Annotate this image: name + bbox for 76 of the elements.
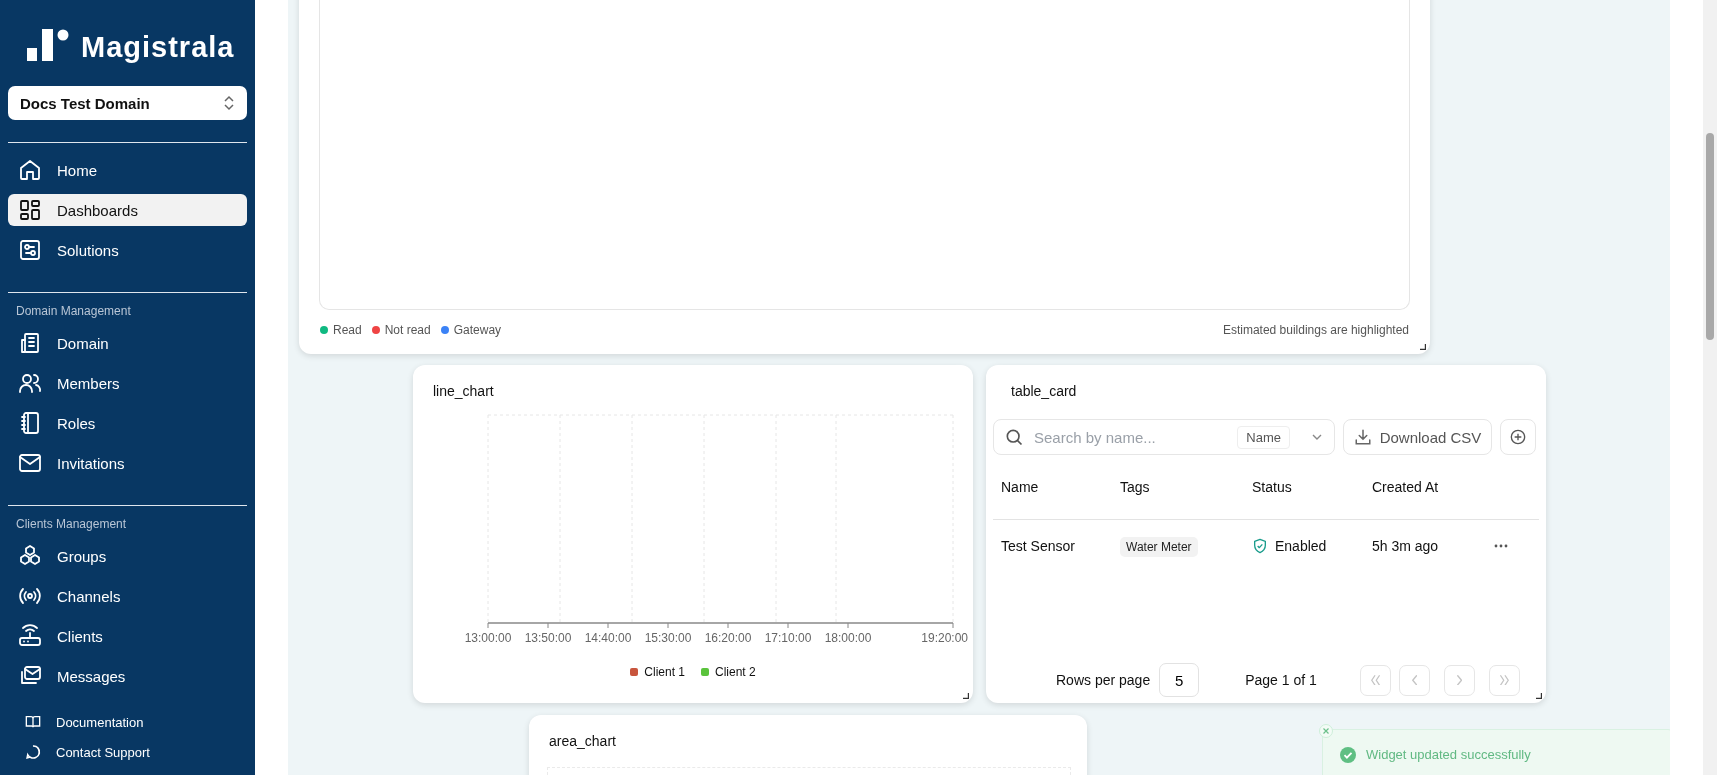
- chevron-icon: [1370, 674, 1380, 686]
- roles-icon: [18, 411, 42, 435]
- column-header: Created At: [1372, 479, 1440, 495]
- map-note: Estimated buildings are highlighted: [1222, 323, 1409, 337]
- axis-label: 13:50:00: [524, 631, 572, 645]
- nav-item[interactable]: Clients: [8, 620, 247, 652]
- chat-bubble-icon: [25, 744, 41, 760]
- groups-icon: [18, 544, 42, 568]
- chevron-icon: [1456, 674, 1462, 686]
- axis-label: 18:00:00: [824, 631, 872, 645]
- add-button[interactable]: [1500, 419, 1536, 455]
- rows-per-page-label: Rows per page: [1056, 672, 1151, 688]
- table-cell-text: Test Sensor: [1001, 538, 1076, 554]
- footer-link[interactable]: Documentation: [25, 714, 247, 730]
- table-cell: Enabled: [1275, 538, 1327, 554]
- book-icon: [25, 714, 41, 730]
- home-icon: [18, 158, 42, 182]
- axis-label: 17:10:00: [764, 631, 812, 645]
- axis-label: 14:40:00: [584, 631, 632, 645]
- legend-item: Client 2: [701, 665, 756, 679]
- axis-label: 15:30:00: [644, 631, 692, 645]
- shield-check-icon: [1252, 538, 1268, 554]
- nav-item[interactable]: Members: [8, 367, 247, 399]
- legend-item: Gateway: [440, 323, 502, 337]
- check-circle-icon: [1339, 746, 1357, 764]
- toast-message: Widget updated successfully: [1366, 746, 1531, 764]
- download-button[interactable]: Download CSV: [1343, 419, 1492, 455]
- chevron-icon: [1411, 674, 1417, 686]
- nav-item[interactable]: Solutions: [8, 234, 247, 266]
- column-header: Name: [1001, 479, 1040, 495]
- chevron-up-down-icon: [223, 95, 235, 111]
- nav-item[interactable]: Channels: [8, 580, 247, 612]
- column-header: Tags: [1120, 479, 1151, 495]
- members-icon: [18, 371, 42, 395]
- resize-handle[interactable]: [963, 693, 969, 699]
- section-heading: Domain Management: [15, 303, 132, 320]
- resize-handle[interactable]: [1536, 693, 1542, 699]
- download-icon: [1353, 428, 1372, 446]
- domain-selector[interactable]: Docs Test Domain: [8, 86, 247, 120]
- axis-label: 16:20:00: [704, 631, 752, 645]
- table-cell-text: 5h 3m ago: [1372, 538, 1440, 554]
- nav-item[interactable]: Invitations: [8, 447, 247, 479]
- logo-icon: [27, 28, 69, 62]
- nav-item[interactable]: Groups: [8, 540, 247, 572]
- filter-select[interactable]: Name: [1237, 425, 1290, 449]
- search-field[interactable]: Search by name... Name: [993, 419, 1335, 455]
- nav-item[interactable]: Roles: [8, 407, 247, 439]
- legend-item: Read: [320, 323, 362, 337]
- tag: Water Meter: [1120, 537, 1198, 557]
- nav-item[interactable]: Messages: [8, 660, 247, 692]
- legend-item: Not read: [371, 323, 431, 337]
- grid-icon: [18, 198, 42, 222]
- section-heading: Clients Management: [15, 516, 128, 533]
- card-title: area_chart: [548, 732, 617, 751]
- chevron-icon: [1499, 674, 1509, 686]
- search-icon: [1004, 427, 1024, 447]
- domain-icon: [18, 331, 42, 355]
- column-header: Status: [1252, 479, 1293, 495]
- card-title: table_card: [1010, 382, 1078, 401]
- axis-label: 13:00:00: [464, 631, 512, 645]
- axis-label: 19:20:00: [921, 631, 968, 645]
- logo-text: Magistrala: [81, 32, 235, 62]
- close-icon[interactable]: [1319, 724, 1333, 738]
- scrollbar[interactable]: [1703, 0, 1717, 775]
- card-title: line_chart: [432, 382, 495, 401]
- footer-link[interactable]: Contact Support: [25, 744, 247, 760]
- plus-circle-icon: [1510, 429, 1526, 445]
- rows-per-page-select[interactable]: 5: [1159, 663, 1200, 697]
- clients-icon: [18, 624, 42, 648]
- nav-item[interactable]: Domain: [8, 327, 247, 359]
- page-info: Page 1 of 1: [1245, 672, 1317, 688]
- mail-icon: [18, 451, 42, 475]
- legend-item: Client 1: [630, 665, 685, 679]
- nav-item[interactable]: Dashboards: [8, 194, 247, 226]
- resize-handle[interactable]: [1420, 344, 1426, 350]
- nav-item[interactable]: Home: [8, 154, 247, 186]
